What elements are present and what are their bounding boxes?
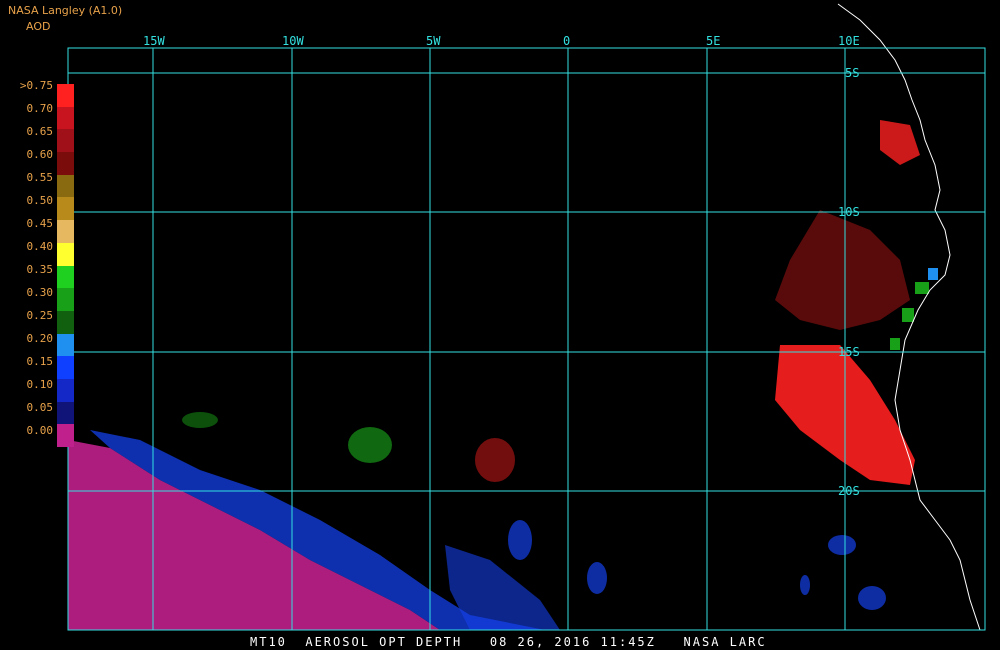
lat-label-15s: 15S [838,345,860,359]
legend-tick-label: 0.10 [26,378,54,391]
legend-swatch [57,84,74,107]
legend-tick-label: 0.50 [26,194,54,207]
legend-tick-label: 0.20 [26,332,54,345]
footer-caption: MT10 AEROSOL OPT DEPTH 08 26, 2016 11:45… [250,635,767,649]
legend-tick-label: 0.70 [26,102,54,115]
legend-swatch [57,174,74,198]
lon-label-10e: 10E [838,34,860,48]
lat-label-5s: 5S [845,66,860,80]
legend-swatch [57,356,74,379]
legend-swatch [57,197,74,221]
legend-swatch [57,333,74,357]
product-title: AOD [26,20,51,33]
lat-label-20s: 20S [838,484,860,498]
aod-map [67,3,986,631]
lon-label-15w: 15W [143,34,165,48]
legend-tick-label: 0.25 [26,309,54,322]
legend-tick-label: >0.75 [19,79,53,92]
legend-tick-label: 0.45 [26,217,54,230]
legend-swatch [57,378,74,402]
color-legend [57,84,74,447]
legend-tick-label: 0.00 [26,424,54,437]
legend-tick-label: 0.60 [26,148,54,161]
lon-label-0: 0 [563,34,571,48]
legend-swatch [57,220,74,243]
lon-label-5w: 5W [426,34,441,48]
legend-tick-label: 0.55 [26,171,54,184]
legend-swatch [57,310,74,334]
source-title: NASA Langley (A1.0) [8,4,123,17]
legend-swatch [57,424,74,447]
legend-swatch [57,401,74,425]
legend-tick-label: 0.35 [26,263,54,276]
legend-swatch [57,152,74,175]
lat-label-10s: 10S [838,205,860,219]
legend-swatch [57,106,74,130]
legend-swatch [57,242,74,266]
lon-label-10w: 10W [282,34,304,48]
legend-swatch [57,129,74,153]
legend-tick-label: 0.15 [26,355,54,368]
legend-tick-label: 0.05 [26,401,54,414]
legend-tick-label: 0.40 [26,240,54,253]
legend-swatch [57,288,74,311]
lon-label-5e: 5E [706,34,721,48]
legend-swatch [57,265,74,289]
legend-tick-label: 0.30 [26,286,54,299]
aod-region-low [68,440,440,630]
legend-tick-label: 0.65 [26,125,54,138]
